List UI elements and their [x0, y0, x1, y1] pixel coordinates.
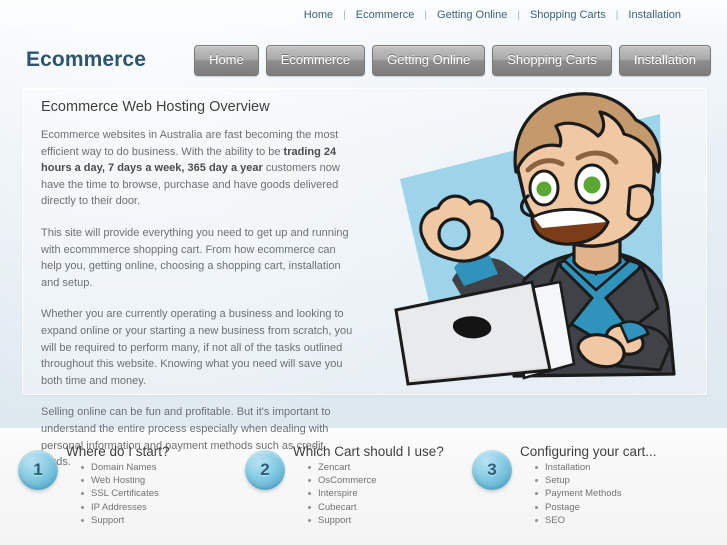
list-item[interactable]: Setup: [535, 474, 706, 487]
top-utility-nav: Home | Ecommerce | Getting Online | Shop…: [303, 9, 682, 21]
list-item[interactable]: Payment Methods: [535, 487, 706, 500]
topnav-item-home[interactable]: Home: [303, 9, 334, 21]
column-heading: Where do I start?: [66, 444, 170, 459]
list-item[interactable]: Zencart: [308, 461, 454, 474]
overview-paragraph: This site will provide everything you ne…: [41, 225, 353, 291]
topnav-item-installation[interactable]: Installation: [627, 9, 682, 21]
step-badge-2: 2: [245, 450, 285, 490]
list-item[interactable]: Cubecart: [308, 501, 454, 514]
topnav-separator: |: [343, 9, 346, 21]
column-which-cart: 2 Which Cart should I use? Zencart OsCom…: [227, 438, 454, 527]
topnav-separator: |: [615, 9, 619, 21]
overview-article: Ecommerce websites in Australia are fast…: [41, 127, 353, 486]
topnav-separator: |: [424, 9, 428, 21]
column-body: Configuring your cart... Installation Se…: [520, 444, 706, 527]
list-item[interactable]: SSL Certificates: [81, 487, 227, 500]
laptop: [394, 280, 576, 386]
list-item[interactable]: Web Hosting: [81, 474, 227, 487]
list-item[interactable]: Support: [308, 514, 454, 527]
column-heading: Configuring your cart...: [520, 444, 657, 459]
topnav-separator: |: [517, 9, 520, 21]
list-item[interactable]: SEO: [535, 514, 706, 527]
topnav-item-getting-online[interactable]: Getting Online: [436, 9, 508, 21]
main-nav: Home Ecommerce Getting Online Shopping C…: [194, 45, 711, 76]
list-item[interactable]: Support: [81, 514, 227, 527]
step-badge-3: 3: [472, 450, 512, 490]
topnav-item-shopping-carts[interactable]: Shopping Carts: [529, 9, 607, 21]
nav-button-ecommerce[interactable]: Ecommerce: [265, 45, 366, 76]
nav-button-home[interactable]: Home: [194, 45, 259, 76]
column-list: Installation Setup Payment Methods Posta…: [520, 461, 706, 527]
site-logo[interactable]: Ecommerce: [26, 48, 146, 72]
list-item[interactable]: Installation: [535, 461, 706, 474]
column-list: Zencart OsCommerce Interspire Cubecart S…: [293, 461, 454, 527]
paragraph-text: This site will provide everything you ne…: [41, 226, 349, 289]
nav-button-shopping-carts[interactable]: Shopping Carts: [492, 45, 612, 76]
column-heading: Which Cart should I use?: [293, 444, 444, 459]
topnav-item-ecommerce[interactable]: Ecommerce: [355, 9, 416, 21]
overview-paragraph: Whether you are currently operating a bu…: [41, 306, 353, 389]
column-configuring-your-cart: 3 Configuring your cart... Installation …: [454, 438, 706, 527]
column-where-do-i-start: 1 Where do I start? Domain Names Web Hos…: [0, 438, 227, 527]
page-title: Ecommerce Web Hosting Overview: [41, 99, 270, 115]
list-item[interactable]: Interspire: [308, 487, 454, 500]
page-root: Home | Ecommerce | Getting Online | Shop…: [0, 0, 727, 545]
businessman-with-laptop-illustration: [392, 84, 714, 402]
list-item[interactable]: OsCommerce: [308, 474, 454, 487]
column-body: Where do I start? Domain Names Web Hosti…: [66, 444, 227, 527]
list-item[interactable]: Domain Names: [81, 461, 227, 474]
paragraph-text: Whether you are currently operating a bu…: [41, 308, 353, 387]
list-item[interactable]: IP Addresses: [81, 501, 227, 514]
feature-columns: 1 Where do I start? Domain Names Web Hos…: [0, 438, 727, 527]
column-body: Which Cart should I use? Zencart OsComme…: [293, 444, 454, 527]
nav-button-getting-online[interactable]: Getting Online: [372, 45, 486, 76]
step-badge-1: 1: [18, 450, 58, 490]
overview-paragraph: Ecommerce websites in Australia are fast…: [41, 127, 353, 210]
list-item[interactable]: Postage: [535, 501, 706, 514]
column-list: Domain Names Web Hosting SSL Certificate…: [66, 461, 227, 527]
nav-button-installation[interactable]: Installation: [618, 45, 711, 76]
